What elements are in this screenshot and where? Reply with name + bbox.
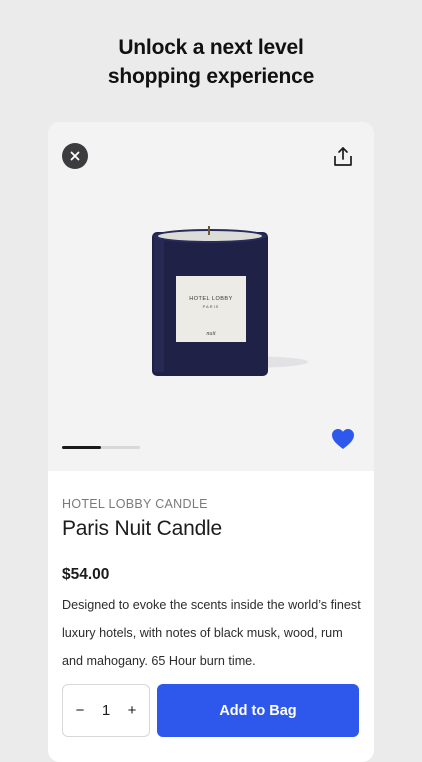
gallery-progress-fill bbox=[62, 446, 101, 449]
quantity-stepper: − 1 + bbox=[62, 684, 150, 737]
share-button[interactable] bbox=[331, 144, 355, 168]
headline: Unlock a next level shopping experience bbox=[0, 33, 422, 91]
decrease-quantity-button[interactable]: − bbox=[73, 702, 87, 719]
add-to-bag-button[interactable]: Add to Bag bbox=[157, 684, 359, 737]
heart-icon[interactable] bbox=[331, 428, 355, 450]
product-card: HOTEL LOBBY PARIS nuit HOTEL LOBBY CANDL… bbox=[48, 122, 374, 762]
headline-line-1: Unlock a next level bbox=[118, 36, 304, 59]
quantity-value: 1 bbox=[101, 702, 111, 719]
product-image: HOTEL LOBBY PARIS nuit bbox=[152, 226, 308, 376]
close-icon bbox=[70, 151, 80, 161]
add-to-bag-label: Add to Bag bbox=[219, 702, 297, 719]
product-price: $54.00 bbox=[62, 566, 110, 583]
gallery-progress bbox=[62, 446, 140, 449]
headline-line-2: shopping experience bbox=[107, 65, 315, 88]
candle-label-line-1: HOTEL LOBBY bbox=[189, 296, 233, 302]
product-title: Paris Nuit Candle bbox=[62, 517, 223, 540]
product-brand: HOTEL LOBBY CANDLE bbox=[62, 497, 208, 511]
share-icon bbox=[334, 146, 352, 166]
close-button[interactable] bbox=[62, 143, 88, 169]
candle-label-line-2: PARIS bbox=[203, 304, 220, 309]
product-gallery[interactable]: HOTEL LOBBY PARIS nuit bbox=[48, 122, 374, 471]
product-description: Designed to evoke the scents inside the … bbox=[62, 598, 361, 668]
candle-label-line-3: nuit bbox=[206, 331, 216, 337]
increase-quantity-button[interactable]: + bbox=[125, 702, 139, 719]
